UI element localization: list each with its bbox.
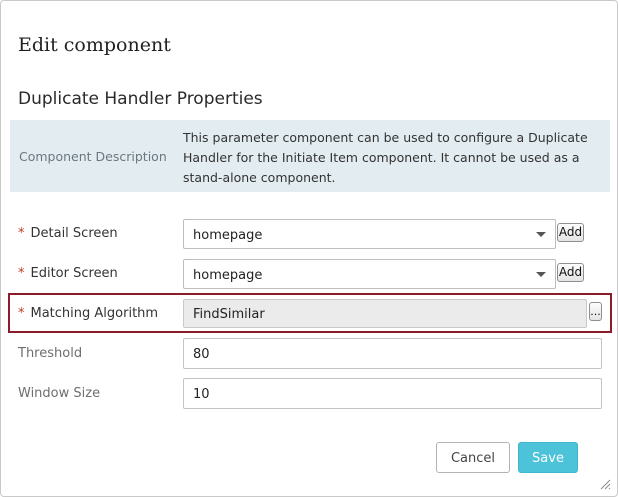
matching-algorithm-label-text: Matching Algorithm	[30, 306, 159, 321]
detail-screen-label: * Detail Screen	[18, 226, 118, 241]
editor-screen-label: * Editor Screen	[18, 266, 118, 281]
threshold-value: 80	[193, 347, 210, 362]
detail-screen-value: homepage	[193, 228, 263, 243]
component-description-label: Component Description	[19, 149, 167, 164]
required-marker: *	[18, 306, 25, 321]
matching-algorithm-field: FindSimilar	[183, 299, 587, 328]
window-size-input[interactable]: 10	[183, 378, 602, 409]
chevron-down-icon	[536, 232, 546, 237]
resize-grip-icon[interactable]	[599, 478, 611, 490]
edit-component-dialog: Edit component Duplicate Handler Propert…	[0, 0, 618, 497]
window-size-label: Window Size	[18, 386, 101, 401]
component-description-panel: Component Description This parameter com…	[10, 120, 610, 192]
threshold-input[interactable]: 80	[183, 338, 602, 369]
section-title: Duplicate Handler Properties	[18, 89, 263, 109]
window-size-value: 10	[193, 387, 210, 402]
detail-screen-select[interactable]: homepage	[183, 219, 556, 249]
dialog-title: Edit component	[18, 34, 171, 56]
chevron-down-icon	[536, 272, 546, 277]
detail-screen-add-button[interactable]: Add	[557, 223, 584, 242]
threshold-label: Threshold	[18, 346, 83, 361]
cancel-button[interactable]: Cancel	[436, 442, 510, 473]
matching-algorithm-browse-button[interactable]: ...	[589, 302, 602, 321]
matching-algorithm-value: FindSimilar	[193, 307, 265, 322]
editor-screen-select[interactable]: homepage	[183, 259, 556, 289]
save-button[interactable]: Save	[518, 442, 578, 473]
required-marker: *	[18, 226, 25, 241]
matching-algorithm-label: * Matching Algorithm	[18, 306, 158, 321]
required-marker: *	[18, 266, 25, 281]
editor-screen-add-button[interactable]: Add	[557, 263, 584, 282]
editor-screen-value: homepage	[193, 268, 263, 283]
detail-screen-label-text: Detail Screen	[30, 226, 118, 241]
component-description-text: This parameter component can be used to …	[183, 130, 588, 185]
editor-screen-label-text: Editor Screen	[30, 266, 118, 281]
